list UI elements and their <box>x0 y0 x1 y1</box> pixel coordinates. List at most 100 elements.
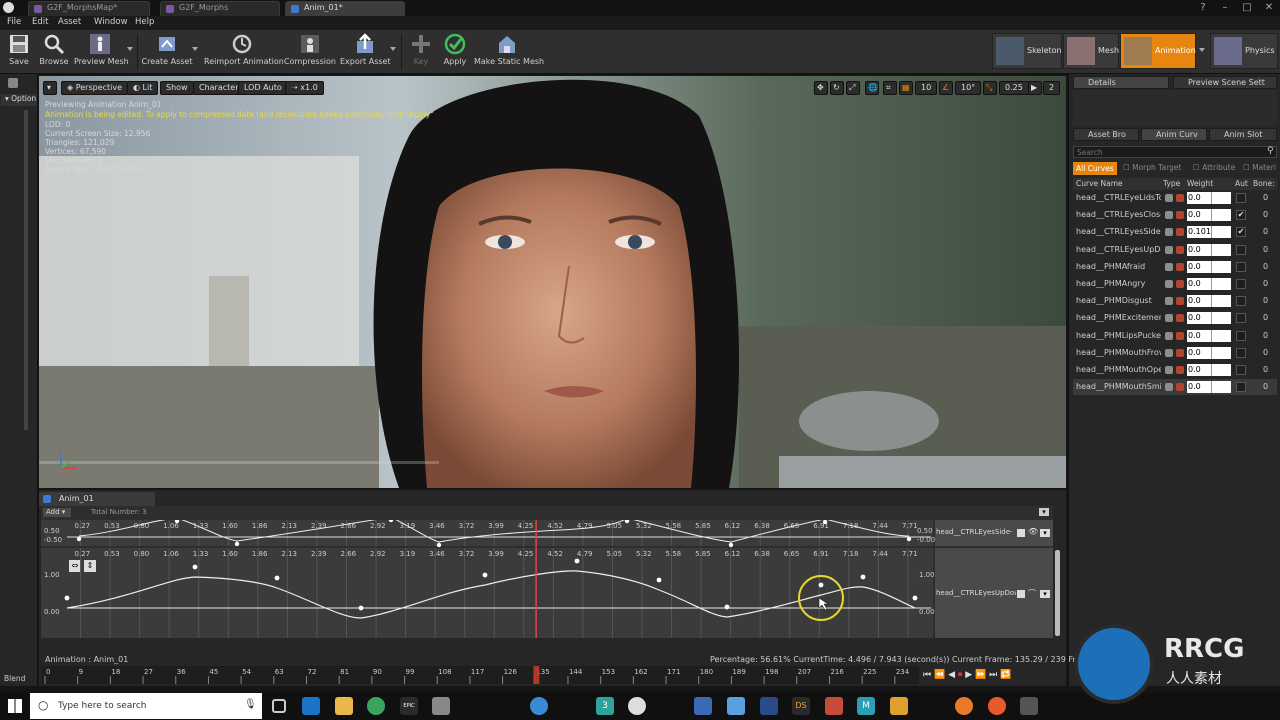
make-static-mesh-button[interactable]: Make Static Mesh <box>474 32 544 72</box>
col-curve-name[interactable]: Curve Name <box>1076 179 1123 188</box>
track1-options-icon[interactable]: ▾ <box>1040 529 1050 537</box>
curve-row[interactable]: head__PHMMouthFrow 0.0 0 <box>1073 345 1277 361</box>
col-bone[interactable]: Bone: <box>1253 179 1275 188</box>
curve-weight-slider[interactable] <box>1211 364 1231 376</box>
option-tab[interactable]: ▾ Option <box>1 94 37 106</box>
show-button[interactable]: Show <box>160 81 194 95</box>
key-button[interactable]: Key <box>407 32 435 72</box>
curve-weight-field[interactable]: 0.0 <box>1187 260 1211 273</box>
lod-button[interactable]: LOD Auto <box>238 81 288 95</box>
app-icon-6[interactable] <box>890 697 908 715</box>
curve-auto-checkbox[interactable] <box>1236 382 1246 393</box>
curve-row[interactable]: head__CTRLEyesClose 0.0 ✔ 0 <box>1073 207 1277 223</box>
maya-icon[interactable]: M <box>857 697 875 715</box>
mode-mesh[interactable]: Mesh <box>1063 33 1119 69</box>
collapse-track-icon[interactable]: ▾ <box>1039 508 1049 516</box>
step-forward-icon[interactable]: ⏩ <box>975 670 986 680</box>
world-local-icon[interactable]: 🌐 <box>865 81 879 95</box>
scrub-ticks[interactable]: 0 9 18 27 36 45 54 63 72 81 90 99 108 117 126 135 144 153… <box>41 666 919 684</box>
step-back-icon[interactable]: ⏪ <box>934 670 945 680</box>
export-dropdown-icon[interactable] <box>390 47 396 51</box>
record-icon[interactable]: ⏺ <box>958 670 963 680</box>
tab-preview-scene-settings[interactable]: Preview Scene Sett <box>1173 76 1277 89</box>
curve-weight-field[interactable]: 0.0 <box>1187 381 1211 394</box>
curve-auto-checkbox[interactable] <box>1236 193 1246 203</box>
strip-scrollbar[interactable] <box>24 110 28 430</box>
maximize-icon[interactable]: □ <box>1236 0 1258 15</box>
play-reverse-icon[interactable]: ◀ <box>948 670 955 680</box>
curve-tracks[interactable]: 0.270.270.530.530.800.801.061.061.331.33… <box>41 520 933 640</box>
ie-icon[interactable] <box>530 697 548 715</box>
app-icon-7[interactable] <box>1020 697 1038 715</box>
grid-snap-icon[interactable]: ▦ <box>899 81 913 95</box>
curve-auto-checkbox[interactable] <box>1236 244 1246 255</box>
perspective-button[interactable]: ◈ Perspective <box>61 81 129 95</box>
curve-weight-slider[interactable] <box>1211 346 1231 359</box>
tab-anim-slot[interactable]: Anim Slot <box>1209 128 1277 141</box>
rotation-snap-value[interactable]: 10° <box>955 81 982 95</box>
tab-morphs[interactable]: G2F_Morphs <box>160 1 280 16</box>
curve-auto-checkbox[interactable]: ✔ <box>1236 227 1246 238</box>
curve-row[interactable]: head__CTRLEyeLidsTo 0.0 0 <box>1073 190 1277 206</box>
curve-auto-checkbox[interactable]: ✔ <box>1236 210 1246 221</box>
skip-to-end-icon[interactable]: ⏭ <box>989 670 997 680</box>
curve-search-input[interactable] <box>1073 146 1277 158</box>
curve-row[interactable]: head__PHMMouthSmile 0.0 0 <box>1073 379 1277 396</box>
viewport-options-button[interactable]: ▾ <box>43 81 57 95</box>
character-button[interactable]: Character <box>193 81 245 95</box>
filter-material[interactable]: ☐ Materi <box>1243 163 1276 172</box>
file-explorer-icon[interactable] <box>335 697 353 715</box>
curve-add-button[interactable]: Add ▾ <box>43 508 71 517</box>
app-icon-4[interactable] <box>760 697 778 715</box>
menu-edit[interactable]: Edit <box>32 17 48 27</box>
app-icon-3[interactable] <box>727 697 745 715</box>
mode-animation[interactable]: Animation <box>1120 33 1196 69</box>
curve-weight-field[interactable]: 0.0 <box>1187 312 1211 325</box>
surface-snap-icon[interactable]: ⌗ <box>883 81 897 95</box>
anim-editor-tab[interactable]: Anim_01 <box>39 492 155 506</box>
preview-mesh-dropdown-icon[interactable] <box>127 47 133 51</box>
close-icon[interactable]: ✕ <box>1258 0 1280 15</box>
rotate-tool-icon[interactable]: ↻ <box>830 81 844 95</box>
curve-auto-checkbox[interactable] <box>1236 347 1246 358</box>
track2-curve-icon[interactable]: ⌒ <box>1028 588 1036 599</box>
curve-weight-slider[interactable] <box>1211 226 1231 239</box>
media-icon[interactable] <box>432 697 450 715</box>
curve-weight-field[interactable]: 0.0 <box>1187 243 1211 256</box>
filter-morph-target[interactable]: ☐ Morph Target <box>1123 163 1181 172</box>
track1-visibility-icon[interactable]: 👁 <box>1028 527 1038 536</box>
track2-options-icon[interactable]: ▾ <box>1040 590 1050 598</box>
mode-physics[interactable]: Physics <box>1210 33 1278 69</box>
curve-weight-field[interactable]: 0.0 <box>1187 278 1211 290</box>
curve-weight-slider[interactable] <box>1211 192 1231 204</box>
curve-weight-field[interactable]: 0.0 <box>1187 329 1211 342</box>
curve-auto-checkbox[interactable] <box>1236 313 1246 324</box>
save-button[interactable]: Save <box>4 32 34 72</box>
curve-auto-checkbox[interactable] <box>1236 296 1246 307</box>
scale-snap-value[interactable]: 0.25 <box>999 81 1029 95</box>
curve-weight-slider[interactable] <box>1211 329 1231 342</box>
animation-mode-dropdown-icon[interactable] <box>1199 48 1205 52</box>
3ds-icon[interactable]: 3 <box>596 697 614 715</box>
skeleton-tree-icon[interactable] <box>8 78 18 88</box>
export-asset-button[interactable]: Export Asset <box>340 32 391 72</box>
scale-snap-icon[interactable]: ⤡ <box>983 81 997 95</box>
curve-row[interactable]: head__PHMLipsPucker 0.0 0 <box>1073 328 1277 344</box>
create-asset-dropdown-icon[interactable] <box>192 47 198 51</box>
camera-speed-icon[interactable]: ▶ <box>1028 81 1042 95</box>
chrome-icon[interactable] <box>367 697 385 715</box>
lit-button[interactable]: ◐ Lit <box>127 81 159 95</box>
curve-row[interactable]: head__CTRLEyesSide-S 0.101014 ✔ 0 <box>1073 224 1277 240</box>
reimport-animation-button[interactable]: Reimport Animation <box>204 32 284 72</box>
3d-viewport[interactable]: ▾ ◈ Perspective ◐ Lit Show Character LOD… <box>39 76 1066 488</box>
epic-launcher-icon[interactable]: EPIC <box>400 697 418 715</box>
edge-icon[interactable] <box>302 697 320 715</box>
camera-speed-value[interactable]: 2 <box>1043 81 1061 95</box>
curve-auto-checkbox[interactable] <box>1236 279 1246 289</box>
curve-weight-slider[interactable] <box>1211 209 1231 222</box>
curve-weight-field[interactable]: 0.0 <box>1187 295 1211 308</box>
apply-button[interactable]: Apply <box>440 32 470 72</box>
tab-morphs-map[interactable]: G2F_MorphsMap* <box>28 1 150 16</box>
curve-weight-slider[interactable] <box>1211 260 1231 273</box>
curve-auto-checkbox[interactable] <box>1236 261 1246 272</box>
